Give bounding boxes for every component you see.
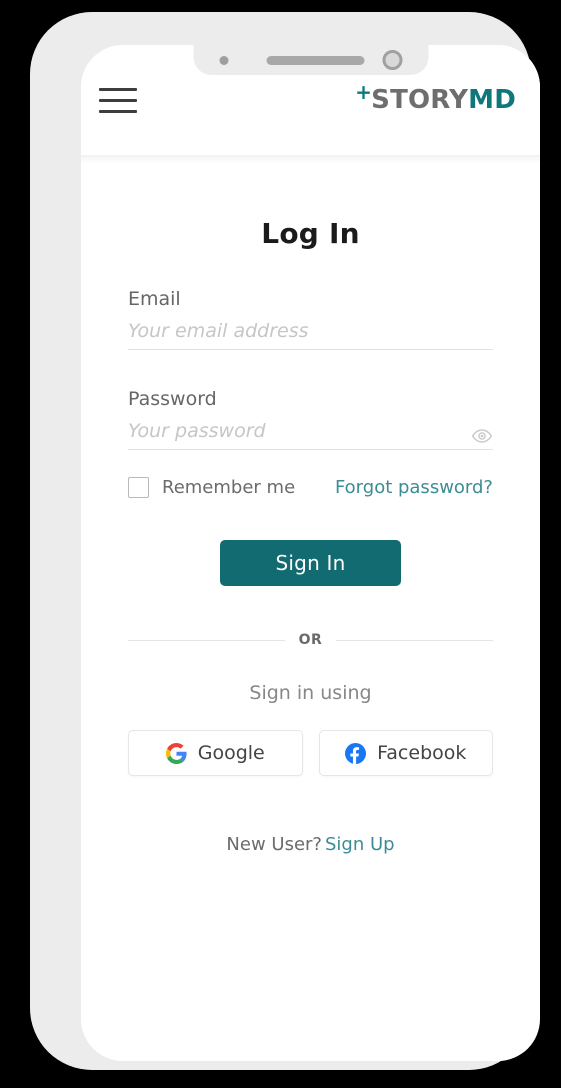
google-icon [165, 742, 187, 764]
logo-md-text: MD [468, 85, 516, 115]
eye-icon[interactable] [471, 429, 493, 443]
phone-screen: + STORY MD Log In Email Password [81, 45, 540, 1061]
password-label: Password [128, 388, 217, 410]
forgot-password-link[interactable]: Forgot password? [335, 477, 493, 498]
storymd-logo[interactable]: + STORY MD [355, 80, 516, 115]
or-divider: OR [128, 632, 493, 648]
google-sign-in-button[interactable]: Google [128, 730, 303, 776]
hamburger-bar [99, 98, 137, 102]
hamburger-bar [99, 109, 137, 113]
divider-label: OR [298, 632, 323, 648]
remember-me-label: Remember me [162, 477, 296, 498]
options-row: Remember me Forgot password? [128, 477, 493, 498]
facebook-button-label: Facebook [377, 742, 467, 764]
remember-me-checkbox[interactable] [128, 477, 149, 498]
password-input-wrap [128, 420, 493, 450]
logo-story-text: STORY [371, 85, 469, 115]
proximity-sensor-icon [219, 55, 228, 65]
hamburger-menu-icon[interactable] [99, 82, 137, 119]
social-heading: Sign in using [249, 682, 372, 704]
password-input[interactable] [128, 420, 493, 442]
facebook-sign-in-button[interactable]: Facebook [318, 730, 493, 776]
earpiece-speaker-icon [266, 55, 364, 65]
email-label: Email [128, 288, 181, 310]
sign-up-link[interactable]: Sign Up [325, 834, 395, 855]
divider-line-right [336, 639, 493, 641]
signin-button-wrap: Sign In [128, 540, 493, 586]
silent-switch-button[interactable] [46, 215, 64, 251]
email-input-wrap [128, 320, 493, 350]
new-user-footer: New User? Sign Up [128, 834, 493, 855]
email-input[interactable] [128, 320, 493, 342]
hamburger-bar [99, 87, 137, 91]
divider-line-left [128, 639, 285, 641]
social-buttons-row: Google Facebook [128, 730, 493, 776]
volume-up-button[interactable] [46, 297, 64, 359]
phone-frame: + STORY MD Log In Email Password [30, 12, 540, 1070]
phone-notch [193, 45, 428, 75]
logo-plus-icon: + [355, 80, 373, 104]
new-user-prompt: New User? [226, 834, 322, 855]
email-field-group: Email [128, 288, 493, 350]
page-title: Log In [261, 217, 360, 250]
google-button-label: Google [197, 742, 265, 764]
screenshot-stage: + STORY MD Log In Email Password [0, 0, 561, 1088]
volume-down-button[interactable] [46, 374, 64, 436]
front-camera-icon [382, 50, 402, 70]
login-form: Log In Email Password [81, 155, 540, 855]
remember-me-control[interactable]: Remember me [128, 477, 295, 498]
facebook-icon [345, 742, 367, 764]
sign-in-button[interactable]: Sign In [220, 540, 401, 586]
password-field-group: Password [128, 388, 493, 450]
